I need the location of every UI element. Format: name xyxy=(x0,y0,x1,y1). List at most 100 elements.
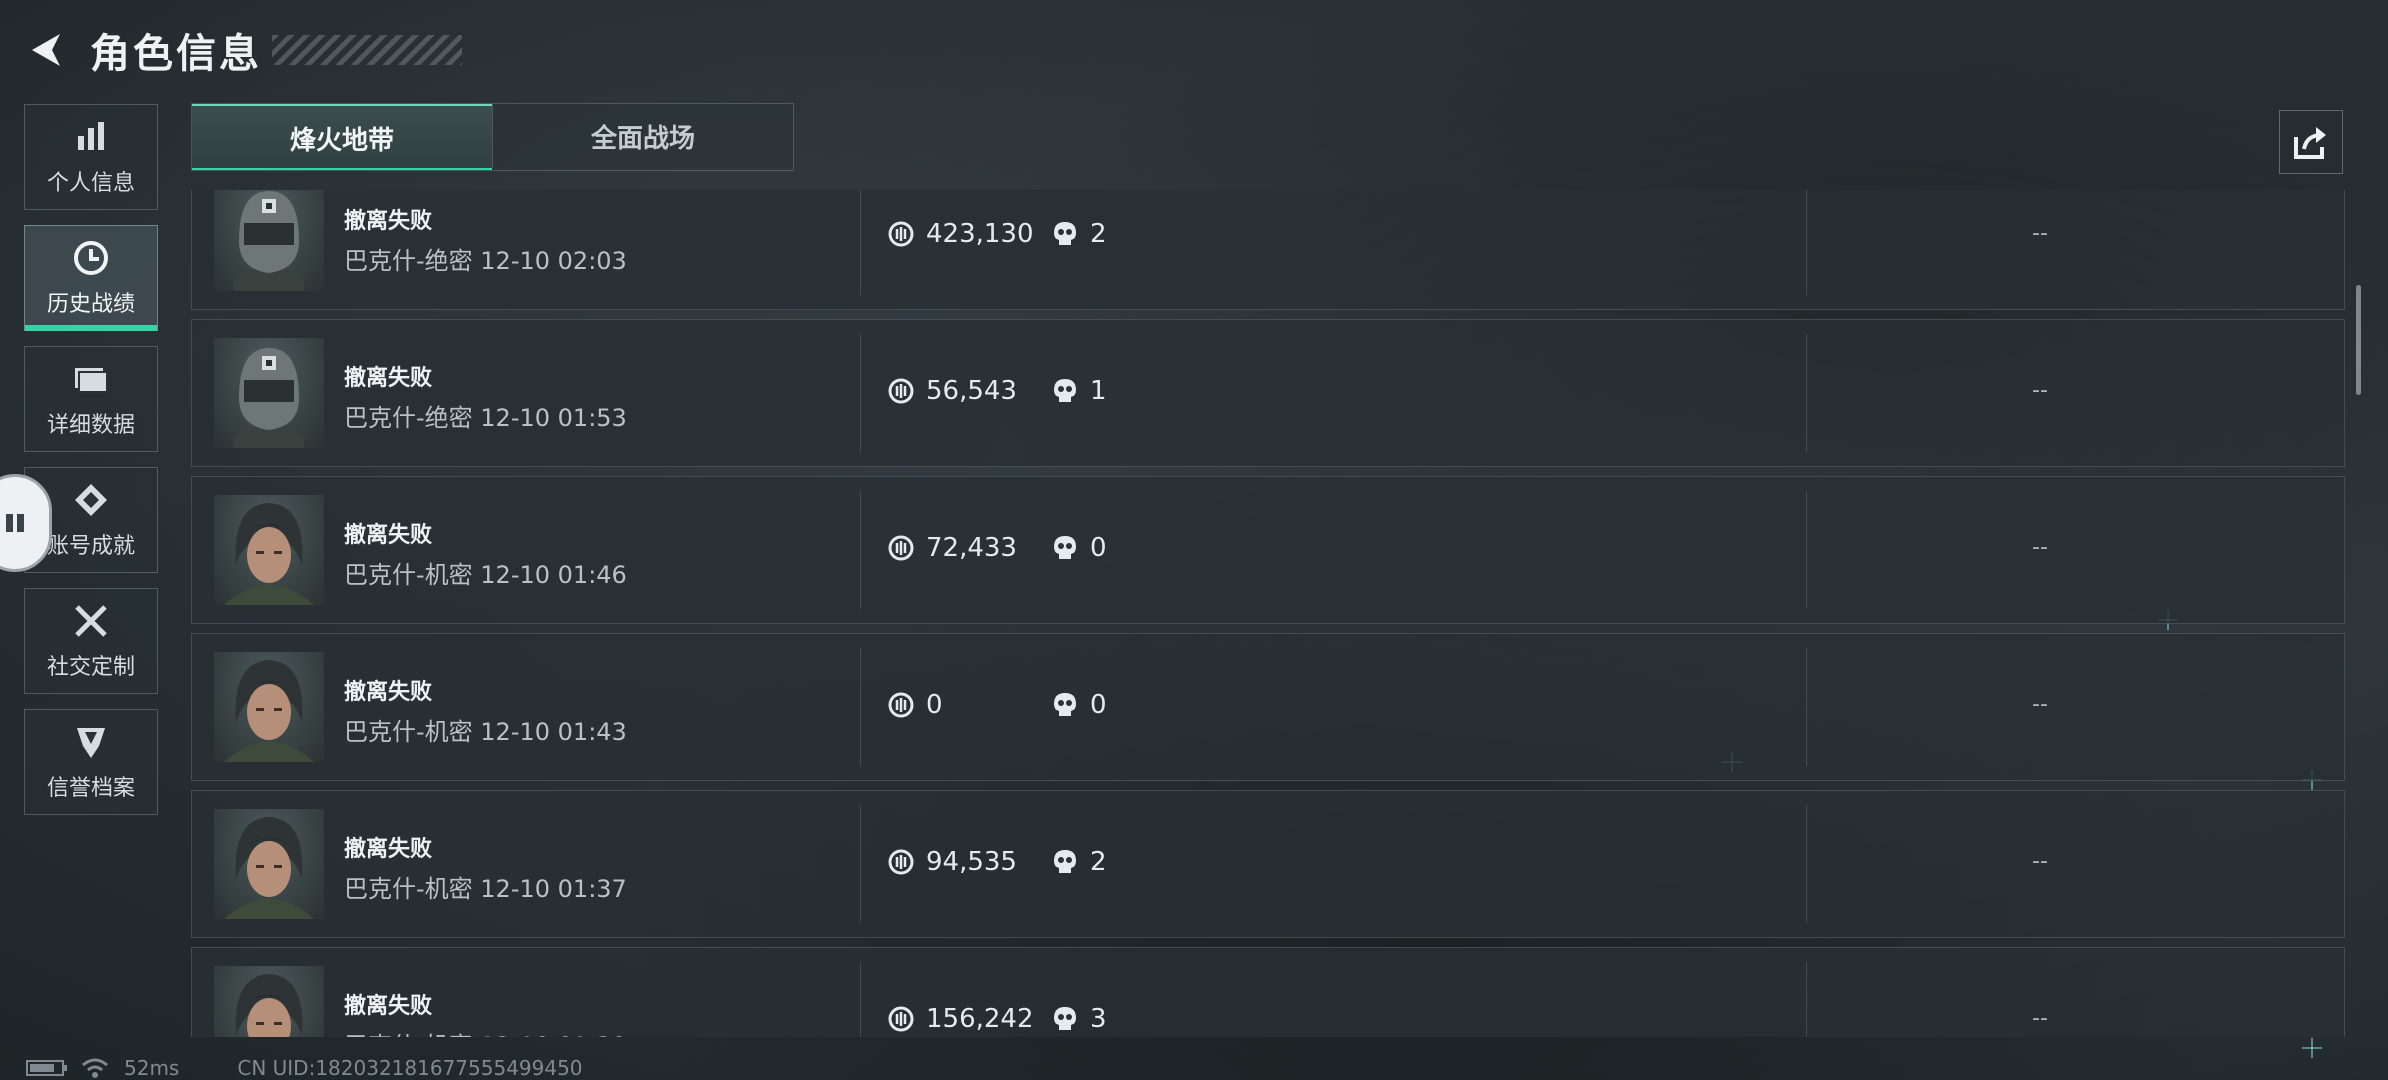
sidebar-item-social[interactable]: 社交定制 xyxy=(24,588,158,694)
match-row[interactable]: 撤离失败 巴克什-机密 12-10 01:43 0 0 -- xyxy=(191,633,2345,781)
mode-tabs: 烽火地带 全面战场 xyxy=(191,103,794,171)
row-divider xyxy=(860,648,861,766)
skull-icon xyxy=(1050,847,1080,877)
achievement-icon xyxy=(71,480,111,520)
operator-avatar xyxy=(214,495,324,605)
sidebar-item-personal-info[interactable]: 个人信息 xyxy=(24,104,158,210)
sidebar-item-reputation[interactable]: 信誉档案 xyxy=(24,709,158,815)
operator-avatar xyxy=(214,652,324,762)
match-map-time: 巴克什-机密 12-10 01:46 xyxy=(344,561,627,589)
row-divider xyxy=(860,491,861,609)
share-icon xyxy=(2294,127,2326,159)
match-map-time: 巴克什-绝密 12-10 02:03 xyxy=(344,247,627,275)
row-divider xyxy=(860,805,861,923)
row-divider xyxy=(1806,491,1807,609)
tab-beacon-zone[interactable]: 烽火地带 xyxy=(192,104,492,170)
match-result-title: 撤离失败 xyxy=(344,523,433,548)
scrollbar[interactable] xyxy=(2356,285,2361,395)
match-history-list[interactable]: 撤离失败 巴克什-绝密 12-10 02:03 423,130 2 -- 撤离失… xyxy=(191,190,2345,1037)
sidebar-item-history[interactable]: 历史战绩 xyxy=(24,225,158,331)
match-row[interactable]: 撤离失败 巴克什-机密 12-10 01:30 156,242 3 -- xyxy=(191,947,2345,1037)
shield-icon xyxy=(71,722,111,762)
match-extra-result: -- xyxy=(2032,221,2048,246)
match-kills-stat: 2 xyxy=(1050,219,1107,249)
match-kills: 0 xyxy=(1090,533,1107,563)
match-value-stat: 94,535 xyxy=(886,847,1017,877)
clock-icon xyxy=(71,238,111,278)
match-kills: 2 xyxy=(1090,847,1107,877)
match-kills: 1 xyxy=(1090,376,1107,406)
bar-chart-icon xyxy=(71,117,111,157)
match-value: 56,543 xyxy=(926,376,1017,406)
match-result-title: 撤离失败 xyxy=(344,209,433,234)
match-row[interactable]: 撤离失败 巴克什-绝密 12-10 02:03 423,130 2 -- xyxy=(191,190,2345,310)
sidebar-item-label: 信誉档案 xyxy=(46,776,135,801)
match-map-time: 巴克什-机密 12-10 01:30 xyxy=(344,1026,627,1037)
row-divider xyxy=(1806,190,1807,295)
operator-avatar xyxy=(214,190,324,291)
row-divider xyxy=(1806,962,1807,1037)
match-map-time: 巴克什-机密 12-10 01:37 xyxy=(344,875,627,903)
match-kills: 3 xyxy=(1090,1004,1107,1034)
coin-icon xyxy=(886,1004,916,1034)
back-arrow-icon xyxy=(32,34,60,66)
skull-icon xyxy=(1050,376,1080,406)
skull-icon xyxy=(1050,533,1080,563)
operator-avatar xyxy=(214,966,324,1037)
match-kills: 0 xyxy=(1090,690,1107,720)
match-value: 423,130 xyxy=(926,219,1034,249)
match-value-stat: 423,130 xyxy=(886,219,1034,249)
sidebar-item-label: 历史战绩 xyxy=(46,292,135,317)
match-map-time: 巴克什-绝密 12-10 01:53 xyxy=(344,404,627,432)
match-extra-result: -- xyxy=(2032,692,2048,717)
operator-avatar xyxy=(214,338,324,448)
match-value-stat: 56,543 xyxy=(886,376,1017,406)
ping-text: 52ms xyxy=(124,1056,180,1080)
pause-icon xyxy=(6,514,24,532)
row-divider xyxy=(1806,334,1807,452)
sidebar-item-label: 详细数据 xyxy=(46,413,135,438)
match-kills-stat: 1 xyxy=(1050,376,1107,406)
row-divider xyxy=(860,190,861,295)
skull-icon xyxy=(1050,219,1080,249)
operator-avatar xyxy=(214,809,324,919)
row-divider xyxy=(860,334,861,452)
status-bar: 52ms CN UID:1820321816775554994​50 xyxy=(26,1056,583,1080)
row-divider xyxy=(1806,648,1807,766)
sidebar-item-label: 社交定制 xyxy=(46,655,135,680)
sidebar: 个人信息 历史战绩 详细数据 账号成就 社交定制 信誉档案 xyxy=(24,104,160,830)
match-row[interactable]: 撤离失败 巴克什-机密 12-10 01:46 72,433 0 -- xyxy=(191,476,2345,624)
match-value-stat: 156,242 xyxy=(886,1004,1034,1034)
header: 角色信息 xyxy=(24,22,462,78)
coin-icon xyxy=(886,219,916,249)
coin-icon xyxy=(886,690,916,720)
title-decoration xyxy=(272,35,462,65)
match-row[interactable]: 撤离失败 巴克什-机密 12-10 01:37 94,535 2 -- xyxy=(191,790,2345,938)
wifi-icon xyxy=(82,1058,108,1078)
sidebar-item-label: 个人信息 xyxy=(46,171,135,196)
row-divider xyxy=(860,962,861,1037)
match-value-stat: 0 xyxy=(886,690,943,720)
share-button[interactable] xyxy=(2279,110,2343,174)
match-kills-stat: 0 xyxy=(1050,690,1107,720)
sidebar-item-detailed-data[interactable]: 详细数据 xyxy=(24,346,158,452)
match-value: 94,535 xyxy=(926,847,1017,877)
decor-cross xyxy=(2302,1038,2322,1058)
match-value: 72,433 xyxy=(926,533,1017,563)
match-value-stat: 72,433 xyxy=(886,533,1017,563)
page-title: 角色信息 xyxy=(90,31,262,77)
back-button[interactable] xyxy=(24,28,68,72)
battery-icon xyxy=(26,1060,67,1076)
match-row[interactable]: 撤离失败 巴克什-绝密 12-10 01:53 56,543 1 -- xyxy=(191,319,2345,467)
coin-icon xyxy=(886,376,916,406)
folder-icon xyxy=(71,359,111,399)
floating-assistant-button[interactable] xyxy=(0,474,52,572)
match-result-title: 撤离失败 xyxy=(344,994,433,1019)
match-value: 156,242 xyxy=(926,1004,1034,1034)
match-kills-stat: 2 xyxy=(1050,847,1107,877)
match-result-title: 撤离失败 xyxy=(344,837,433,862)
sidebar-item-label: 账号成就 xyxy=(46,534,135,559)
match-kills: 2 xyxy=(1090,219,1107,249)
tab-full-battlefield[interactable]: 全面战场 xyxy=(492,104,793,168)
match-extra-result: -- xyxy=(2032,1006,2048,1031)
